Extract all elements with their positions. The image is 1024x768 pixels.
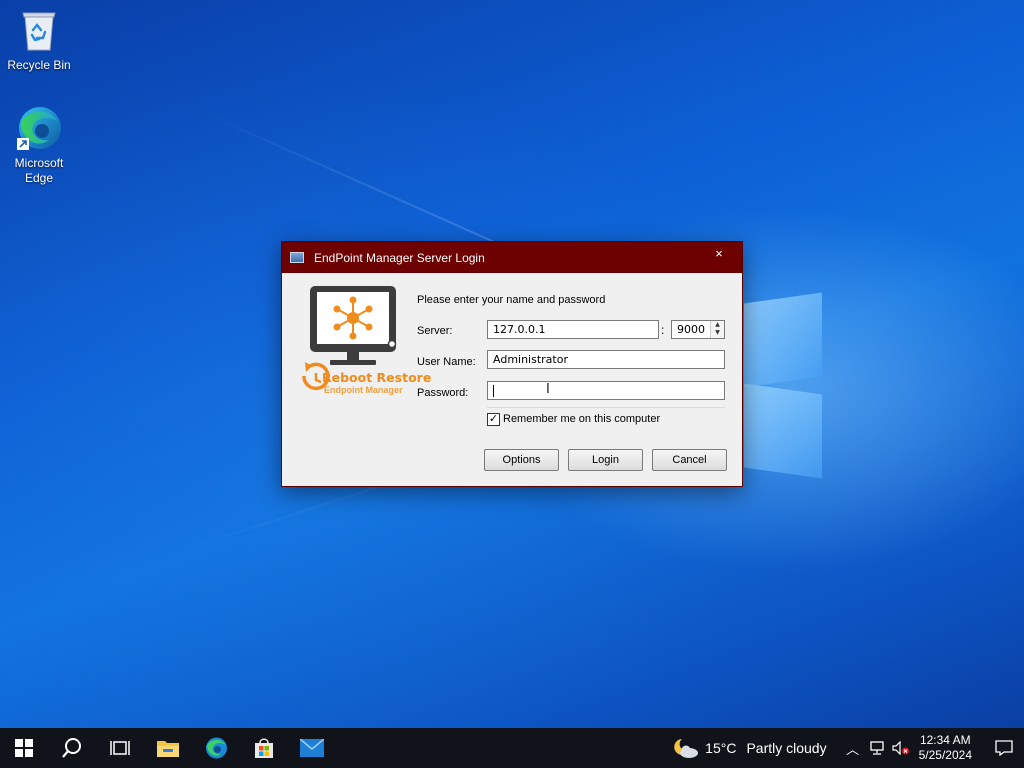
options-button[interactable]: Options: [484, 449, 559, 471]
notifications-button[interactable]: [984, 728, 1024, 768]
chevron-up-icon: ︿: [846, 741, 860, 757]
weather-condition: Partly cloudy: [746, 740, 827, 756]
volume-muted-icon: [892, 741, 909, 755]
folder-icon: [157, 741, 179, 757]
notification-icon: [995, 740, 1013, 756]
spin-down-icon[interactable]: ▼: [711, 329, 724, 337]
password-label: Password:: [417, 387, 469, 399]
taskbar: 15°C Partly cloudy ︿ 12:34 AM 5/25/2024: [0, 728, 1024, 768]
clock-date: 5/25/2024: [918, 748, 972, 762]
server-label: Server:: [417, 325, 453, 337]
port-input[interactable]: 9000 ▲ ▼: [671, 320, 725, 339]
ibeam-cursor-icon: I: [546, 382, 550, 397]
checkmark-icon: ✓: [488, 413, 499, 425]
text-caret: [493, 385, 494, 397]
windows-icon: [15, 739, 33, 757]
username-input[interactable]: Administrator: [487, 350, 725, 369]
weather-temperature: 15°C: [705, 740, 737, 756]
cancel-button[interactable]: Cancel: [652, 449, 727, 471]
desktop-icon-microsoft-edge[interactable]: Microsoft Edge: [1, 104, 77, 186]
form-divider: [487, 407, 725, 408]
remember-label[interactable]: Remember me on this computer: [503, 413, 660, 425]
dialog-titlebar[interactable]: EndPoint Manager Server Login ×: [282, 242, 742, 273]
spin-up-icon[interactable]: ▲: [711, 321, 724, 329]
windows-logo-pane: [744, 292, 822, 388]
login-dialog: EndPoint Manager Server Login × Reboot R…: [281, 241, 743, 487]
windows-logo-pane: [744, 383, 822, 479]
search-button[interactable]: [48, 728, 96, 768]
store-icon: [255, 738, 273, 758]
server-input[interactable]: 127.0.0.1: [487, 320, 659, 339]
taskbar-file-explorer[interactable]: [144, 728, 192, 768]
task-view-button[interactable]: [96, 728, 144, 768]
port-value: 9000: [677, 323, 705, 336]
clock[interactable]: 12:34 AM 5/25/2024: [919, 733, 972, 763]
start-button[interactable]: [0, 728, 48, 768]
edge-icon: [206, 737, 227, 759]
login-button[interactable]: Login: [568, 449, 643, 471]
app-window-icon: [290, 252, 304, 263]
network-icon: [869, 741, 884, 755]
taskbar-store[interactable]: [240, 728, 288, 768]
username-label: User Name:: [417, 356, 476, 368]
port-separator: :: [661, 323, 665, 337]
brand-logo: Reboot Restore Endpoint Manager: [292, 284, 431, 400]
network-button[interactable]: [865, 728, 889, 768]
desktop-icon-recycle-bin[interactable]: Recycle Bin: [1, 6, 77, 73]
search-icon: [62, 738, 81, 758]
close-button[interactable]: ×: [696, 242, 742, 265]
taskbar-mail[interactable]: [288, 728, 336, 768]
edge-icon: [15, 104, 63, 152]
close-icon: ×: [715, 246, 723, 261]
remember-checkbox[interactable]: ✓: [487, 413, 500, 426]
clock-time: 12:34 AM: [919, 733, 971, 747]
task-view-icon: [110, 741, 130, 755]
weather-widget[interactable]: 15°C Partly cloudy: [673, 736, 827, 760]
desktop-icon-label: Recycle Bin: [7, 58, 71, 72]
password-input[interactable]: I: [487, 381, 725, 400]
system-tray: 15°C Partly cloudy ︿ 12:34 AM 5/25/2024: [673, 728, 1024, 768]
partly-cloudy-icon: [674, 739, 699, 758]
brand-name: Reboot Restore: [322, 370, 432, 385]
taskbar-edge[interactable]: [192, 728, 240, 768]
show-hidden-icons-button[interactable]: ︿: [841, 728, 865, 768]
dialog-title: EndPoint Manager Server Login: [314, 250, 485, 265]
brand-subtitle: Endpoint Manager: [324, 385, 403, 395]
desktop-icon-label: Microsoft Edge: [14, 156, 64, 185]
port-spinner[interactable]: ▲ ▼: [710, 321, 724, 338]
mail-icon: [300, 739, 324, 757]
login-prompt: Please enter your name and password: [417, 294, 606, 306]
volume-button[interactable]: [889, 728, 913, 768]
recycle-bin-icon: [15, 6, 63, 54]
